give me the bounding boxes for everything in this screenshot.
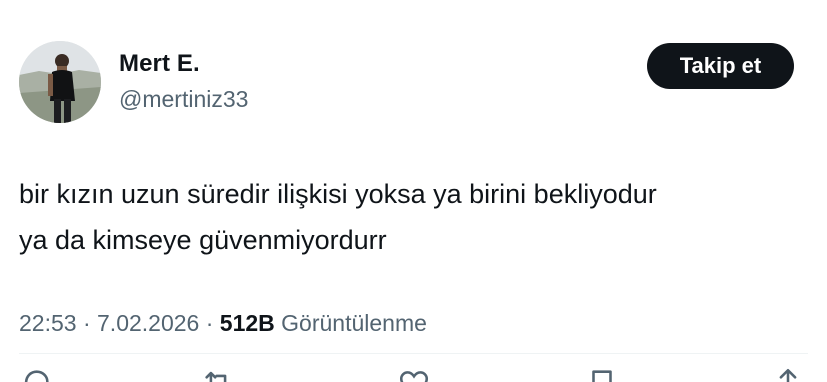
avatar[interactable]: [19, 41, 101, 123]
retweet-icon: [205, 371, 227, 382]
views-count: 512B: [219, 310, 275, 336]
heart-icon: [399, 371, 429, 382]
views-label: Görüntülenme: [281, 310, 427, 336]
follow-button[interactable]: Takip et: [647, 43, 794, 89]
tweet-text: bir kızın uzun süredir ilişkisi yoksa ya…: [19, 171, 809, 263]
share-button[interactable]: [771, 366, 805, 382]
meta-separator: ·: [205, 310, 214, 336]
tweet-actions: [19, 366, 809, 382]
tweet-date[interactable]: 7.02.2026: [97, 310, 199, 336]
retweet-button[interactable]: [201, 366, 235, 382]
author-handle[interactable]: @mertiniz33: [119, 86, 248, 113]
bookmark-button[interactable]: [585, 366, 619, 382]
bookmark-icon: [592, 370, 612, 382]
share-icon: [779, 368, 797, 382]
tweet-time[interactable]: 22:53: [19, 310, 77, 336]
author-name[interactable]: Mert E.: [119, 50, 200, 78]
tweet-line: ya da kimseye güvenmiyordurr: [19, 225, 387, 255]
reply-button[interactable]: [19, 366, 53, 382]
profile-photo-icon: [19, 41, 101, 123]
like-button[interactable]: [397, 366, 431, 382]
meta-separator: ·: [82, 310, 91, 336]
reply-icon: [24, 370, 49, 382]
tweet-meta: 22:53 · 7.02.2026 · 512B Görüntülenme: [19, 310, 427, 337]
divider: [19, 353, 808, 354]
tweet-line: bir kızın uzun süredir ilişkisi yoksa ya…: [19, 179, 657, 209]
